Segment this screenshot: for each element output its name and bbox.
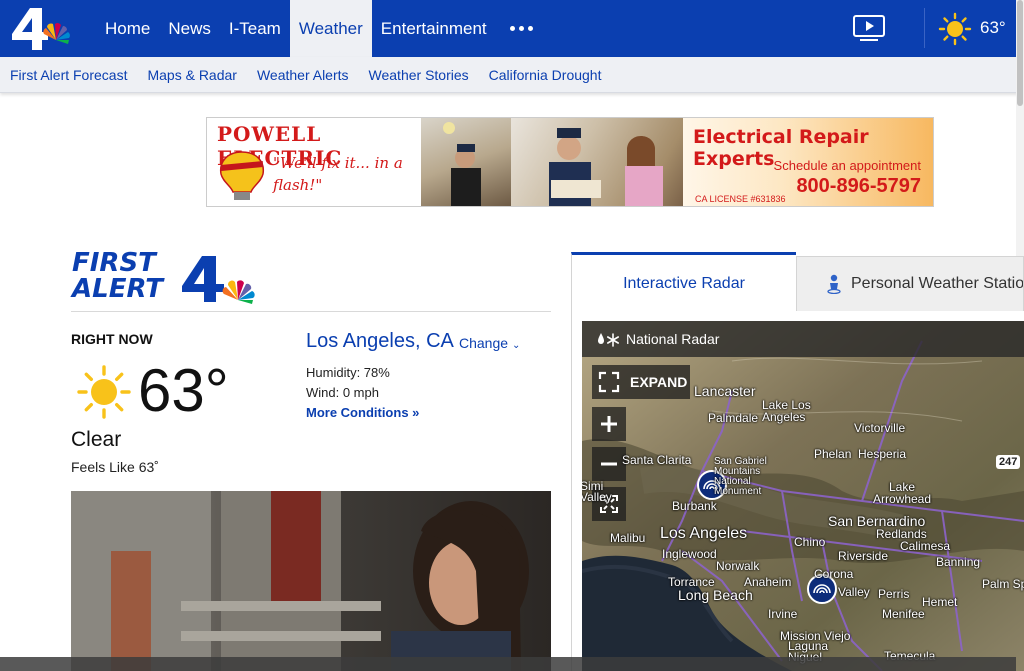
first-alert-logo-line2: ALERT — [72, 274, 164, 304]
map-label: Hesperia — [858, 447, 907, 461]
nav-weather[interactable]: Weather — [289, 0, 372, 57]
map-label: Phelan — [814, 447, 852, 461]
map-label: Inglewood — [662, 547, 717, 561]
map-label: Menifee — [882, 607, 925, 621]
feels-like: Feels Like 63˚ — [71, 459, 159, 475]
map-label: Valley — [838, 585, 870, 599]
expand-button[interactable]: EXPAND — [592, 365, 690, 399]
ad-license: CA LICENSE #631836 — [695, 194, 786, 204]
current-condition: Clear — [71, 428, 122, 451]
expand-icon — [598, 371, 620, 393]
ad-phone[interactable]: 800-896-5797 — [796, 175, 921, 198]
radar-header-label: National Radar — [626, 331, 720, 347]
radar-tabs: Interactive Radar Personal Weather Stati… — [571, 252, 1024, 312]
video-icon[interactable] — [852, 14, 888, 42]
nav-news[interactable]: News — [159, 0, 220, 57]
header-temperature[interactable]: 63° — [980, 18, 1006, 38]
clear-sun-icon — [77, 365, 131, 419]
bottom-overlay-bar — [0, 657, 1016, 671]
lightbulb-icon — [219, 151, 265, 200]
weather-subnav: First Alert Forecast Maps & Radar Weathe… — [0, 57, 1018, 93]
map-label: Palmdale — [708, 411, 759, 425]
nav-home[interactable]: Home — [96, 0, 159, 57]
map-label: Palm Sp — [982, 577, 1024, 591]
scrollbar-thumb[interactable] — [1017, 0, 1023, 106]
subnav-first-alert-forecast[interactable]: First Alert Forecast — [10, 67, 127, 83]
chevron-down-icon: ⌄ — [511, 340, 521, 351]
map-label: Irvine — [768, 607, 798, 621]
map-label: Simi Valley — [582, 479, 612, 504]
map-label: Corona — [814, 567, 854, 581]
change-location-label: Change — [459, 335, 509, 351]
map-label: Lake Arrowhead — [872, 480, 932, 506]
ad-photo-customers — [511, 118, 683, 206]
map-label: Lancaster — [694, 383, 756, 399]
more-icon[interactable] — [496, 0, 547, 57]
nav-entertainment[interactable]: Entertainment — [372, 0, 496, 57]
person-pin-icon — [827, 274, 841, 294]
map-label: Los Angeles — [660, 525, 748, 542]
more-conditions-link[interactable]: More Conditions » — [306, 405, 419, 420]
radar-header: National Radar — [582, 321, 1024, 357]
wind: Wind: 0 mph — [306, 385, 379, 400]
plus-icon — [601, 416, 617, 432]
highway-shield: 247 — [996, 455, 1021, 469]
rain-snow-icon — [598, 333, 620, 347]
tab-pws-label: Personal Weather Station — [851, 275, 1024, 292]
map-label: Calimesa — [900, 539, 951, 553]
first-alert-logo: FIRST ALERT — [72, 250, 163, 302]
map-label: Perris — [878, 587, 910, 601]
first-alert-logo-line1: FIRST — [72, 248, 156, 278]
right-now-label: RIGHT NOW — [71, 331, 153, 347]
map-label: San Gabriel Mountains National Monument — [714, 456, 767, 497]
map-label: Santa Clarita — [622, 453, 692, 467]
minus-icon — [601, 462, 617, 466]
current-temperature: 63° — [138, 357, 229, 424]
map-label: Malibu — [610, 531, 646, 545]
subnav-weather-stories[interactable]: Weather Stories — [369, 67, 469, 83]
weather-video-player[interactable] — [71, 491, 551, 671]
top-nav-bar: Home News I-Team Weather Entertainment 6… — [0, 0, 1024, 57]
map-label: Banning — [936, 555, 981, 569]
section-divider — [71, 311, 551, 312]
main-nav: Home News I-Team Weather Entertainment — [96, 0, 547, 57]
sun-icon — [938, 12, 972, 46]
subnav-california-drought[interactable]: California Drought — [489, 67, 602, 83]
zoom-out-button[interactable] — [592, 447, 626, 481]
map-label: Burbank — [672, 499, 717, 513]
subnav-weather-alerts[interactable]: Weather Alerts — [257, 67, 349, 83]
nbc4-logo[interactable] — [8, 4, 80, 54]
ad-subtext: Schedule an appointment — [773, 158, 921, 173]
ad-cta-panel: Electrical Repair Experts Schedule an ap… — [683, 118, 933, 206]
map-label: Lake Los Angeles — [762, 398, 811, 424]
map-label: Riverside — [838, 549, 889, 563]
ad-photo-electrician — [421, 118, 511, 206]
humidity: Humidity: 78% — [306, 365, 390, 380]
map-label: Chino — [794, 535, 826, 549]
location-name: Los Angeles, CA — [306, 330, 454, 352]
ad-slogan: "We'll fix it... in a flash!" — [273, 154, 403, 194]
banner-ad[interactable]: POWELL ELECTRIC "We'll fix it... in a fl… — [206, 117, 934, 207]
radar-map[interactable]: National Radar EXPAND Lancaster Lake Los… — [582, 321, 1024, 671]
map-label: Victorville — [854, 421, 906, 435]
nav-divider — [924, 8, 925, 48]
nbc4-peacock-logo — [182, 256, 255, 304]
map-label: Hemet — [922, 595, 958, 609]
ad-brand-panel: POWELL ELECTRIC "We'll fix it... in a fl… — [207, 118, 421, 206]
zoom-in-button[interactable] — [592, 407, 626, 441]
nav-i-team[interactable]: I-Team — [220, 0, 290, 57]
tab-interactive-radar[interactable]: Interactive Radar — [571, 252, 796, 312]
map-label: Long Beach — [678, 587, 753, 603]
change-location-link[interactable]: Change ⌄ — [459, 335, 520, 351]
subnav-maps-radar[interactable]: Maps & Radar — [147, 67, 236, 83]
map-label: Norwalk — [716, 559, 760, 573]
expand-label: EXPAND — [630, 374, 688, 390]
